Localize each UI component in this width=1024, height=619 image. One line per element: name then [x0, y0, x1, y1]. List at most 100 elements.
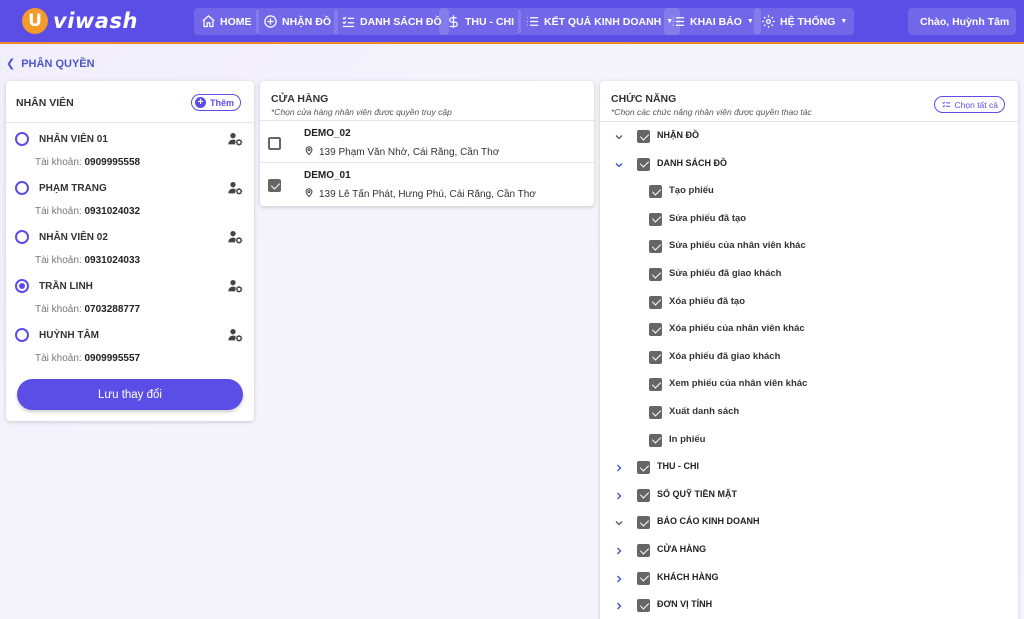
store-checkbox[interactable] [268, 137, 281, 150]
function-checkbox[interactable] [637, 157, 650, 171]
function-checkbox[interactable] [637, 516, 650, 530]
function-checkbox[interactable] [649, 406, 662, 419]
add-employee-button[interactable]: + Thêm [190, 94, 241, 111]
user-settings-icon[interactable] [227, 278, 243, 294]
chevron-down-icon: ▼ [746, 18, 754, 25]
function-checkbox[interactable] [649, 268, 662, 281]
function-checkbox[interactable] [649, 212, 662, 226]
nav-receive-label: NHẬN ĐỒ [282, 15, 331, 28]
function-group[interactable]: KHÁCH HÀNG [600, 565, 1018, 592]
employee-item[interactable]: NHÂN VIÊN 01 Tài khoản: 0909995558 [6, 126, 254, 175]
function-group[interactable]: CỬA HÀNG [600, 537, 1018, 564]
nav-receive[interactable]: NHẬN ĐỒ [256, 8, 338, 35]
nav-system-label: HỆ THỐNG [780, 15, 836, 28]
nav-finance[interactable]: THU - CHI [439, 8, 521, 35]
account-number: 0909995558 [84, 157, 141, 168]
function-group[interactable]: DANH SÁCH ĐỒ [600, 151, 1018, 178]
chevron-down-icon: ▼ [840, 18, 848, 25]
chevron-right-icon[interactable] [613, 544, 625, 556]
chevron-right-icon[interactable] [613, 461, 625, 473]
store-name: DEMO_01 [304, 170, 351, 181]
chevron-down-icon[interactable] [613, 130, 625, 142]
function-item[interactable]: Xóa phiếu đã giao khách [600, 344, 1018, 371]
employee-radio[interactable] [15, 230, 29, 244]
function-group[interactable]: THU - CHI [600, 454, 1018, 481]
store-address-text: 139 Phạm Văn Nhờ, Cái Răng, Cần Thơ [319, 146, 500, 158]
function-checkbox[interactable] [637, 488, 650, 502]
employee-panel-title: NHÂN VIÊN [16, 97, 74, 109]
employee-item[interactable]: HUỲNH TÂM Tài khoản: 0909995557 [6, 322, 254, 371]
store-item[interactable]: DEMO_02 139 Phạm Văn Nhờ, Cái Răng, Cần T… [260, 122, 594, 163]
function-checkbox[interactable] [637, 461, 650, 475]
store-checkbox[interactable] [268, 179, 281, 192]
employee-radio[interactable] [15, 132, 29, 146]
account-prefix: Tài khoản: [35, 304, 82, 315]
nav-business-results[interactable]: KẾT QUẢ KINH DOANH ▼ [518, 8, 681, 35]
function-item[interactable]: Sửa phiếu đã tạo [600, 206, 1018, 233]
function-checkbox[interactable] [649, 240, 662, 254]
function-checkbox[interactable] [637, 544, 650, 557]
chevron-left-icon: ❮ [6, 58, 16, 70]
function-checkbox[interactable] [649, 323, 662, 337]
nav-list[interactable]: DANH SÁCH ĐỒ [334, 8, 449, 35]
checklist-icon [342, 16, 355, 28]
function-item[interactable]: Sửa phiếu của nhân viên khác [600, 233, 1018, 260]
function-checkbox[interactable] [637, 599, 650, 613]
function-checkbox[interactable] [649, 433, 662, 447]
function-group[interactable]: ĐƠN VỊ TÍNH [600, 592, 1018, 619]
nav-list-label: DANH SÁCH ĐỒ [360, 15, 442, 28]
chevron-down-icon[interactable] [613, 516, 625, 528]
breadcrumb[interactable]: ❮ PHÂN QUYỀN [6, 57, 95, 71]
function-item[interactable]: Xuất danh sách [600, 399, 1018, 426]
employee-radio[interactable] [15, 181, 29, 195]
breadcrumb-label: PHÂN QUYỀN [21, 57, 95, 70]
nav-declare[interactable]: KHAI BÁO ▼ [664, 8, 761, 35]
function-group[interactable]: SỔ QUỸ TIỀN MẶT [600, 482, 1018, 509]
function-label: Xem phiếu của nhân viên khác [669, 378, 808, 390]
chevron-right-icon[interactable] [613, 489, 625, 501]
chevron-right-icon[interactable] [613, 572, 625, 584]
chevron-right-icon[interactable] [613, 599, 625, 611]
employee-item[interactable]: PHẠM TRANG Tài khoản: 0931024032 [6, 175, 254, 224]
store-panel: CỬA HÀNG *Chọn cửa hàng nhân viên được q… [260, 81, 594, 206]
user-settings-icon[interactable] [227, 229, 243, 245]
function-group[interactable]: BÁO CÁO KINH DOANH [600, 509, 1018, 536]
employee-account: Tài khoản: 0931024032 [35, 206, 140, 217]
function-item[interactable]: In phiếu [600, 427, 1018, 454]
employee-radio[interactable] [15, 328, 29, 342]
store-item[interactable]: DEMO_01 139 Lê Tấn Phát, Hưng Phú, Cái Ră… [260, 164, 594, 205]
function-checkbox[interactable] [649, 350, 662, 364]
employee-item[interactable]: NHÂN VIÊN 02 Tài khoản: 0931024033 [6, 224, 254, 273]
employee-item[interactable]: TRẦN LINH Tài khoản: 0703288777 [6, 273, 254, 322]
function-item[interactable]: Tạo phiếu [600, 178, 1018, 205]
function-group[interactable]: NHẬN ĐỒ [600, 123, 1018, 150]
employee-panel: NHÂN VIÊN + Thêm NHÂN VIÊN 01 Tài khoản: … [6, 81, 254, 421]
function-checkbox[interactable] [649, 185, 662, 199]
user-menu[interactable]: Chào, Huỳnh Tâm [908, 8, 1016, 35]
chevron-down-icon[interactable] [613, 158, 625, 170]
select-all-label: Chọn tất cả [954, 99, 998, 110]
function-item[interactable]: Xem phiếu của nhân viên khác [600, 371, 1018, 398]
function-checkbox[interactable] [649, 378, 662, 392]
user-settings-icon[interactable] [227, 180, 243, 196]
function-panel-header: CHỨC NĂNG *Chọn các chức năng nhân viên … [600, 81, 1018, 122]
function-item[interactable]: Sửa phiếu đã giao khách [600, 261, 1018, 288]
function-checkbox[interactable] [649, 295, 662, 309]
user-settings-icon[interactable] [227, 131, 243, 147]
nav-system[interactable]: HỆ THỐNG ▼ [754, 8, 855, 35]
employee-name: PHẠM TRANG [39, 183, 107, 194]
plus-icon: + [194, 97, 206, 108]
app-logo[interactable]: U viwash [22, 8, 138, 34]
select-all-button[interactable]: Chọn tất cả [933, 96, 1005, 113]
function-label: Sửa phiếu của nhân viên khác [669, 240, 806, 252]
plus-circle-icon [264, 15, 277, 28]
save-changes-button[interactable]: Lưu thay đổi [17, 379, 243, 410]
nav-home[interactable]: HOME [194, 8, 259, 35]
employee-radio[interactable] [15, 279, 29, 293]
function-checkbox[interactable] [637, 571, 650, 585]
function-checkbox[interactable] [637, 130, 650, 143]
user-settings-icon[interactable] [227, 327, 243, 343]
function-item[interactable]: Xóa phiếu đã tạo [600, 289, 1018, 316]
store-panel-header: CỬA HÀNG *Chọn cửa hàng nhân viên được q… [260, 81, 594, 121]
function-item[interactable]: Xóa phiếu của nhân viên khác [600, 316, 1018, 343]
